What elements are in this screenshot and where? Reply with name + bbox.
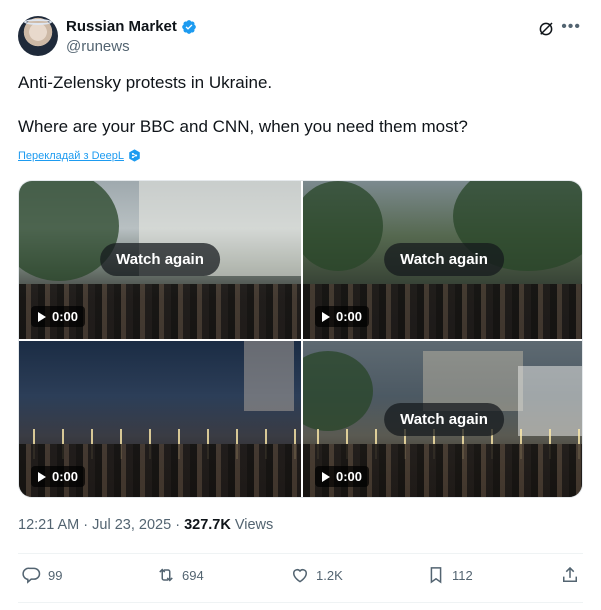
meta-separator: · — [79, 517, 93, 533]
views-count: 327.7K — [184, 517, 231, 533]
video-tile-3[interactable]: 0:00 — [19, 341, 301, 497]
divider — [18, 553, 583, 554]
watch-again-button[interactable]: Watch again — [100, 243, 220, 276]
tweet-date[interactable]: Jul 23, 2025 — [92, 517, 171, 533]
divider — [18, 602, 583, 603]
watch-again-button[interactable]: Watch again — [384, 403, 504, 436]
more-options-icon[interactable]: ••• — [561, 18, 581, 36]
avatar[interactable] — [18, 16, 58, 56]
tweet-text-line-1: Anti-Zelensky protests in Ukraine. — [18, 73, 273, 92]
repost-icon — [159, 568, 173, 582]
like-button[interactable]: 1.2K — [290, 565, 343, 585]
deepl-icon — [129, 149, 140, 162]
duration-label: 0:00 — [52, 309, 79, 324]
play-icon — [322, 471, 330, 482]
tweet-header: Russian Market @runews ••• — [18, 16, 583, 58]
reply-button[interactable]: 99 — [22, 565, 62, 585]
media-grid: Watch again 0:00 Watch again 0:00 0:00 W… — [18, 180, 583, 498]
like-count: 1.2K — [316, 567, 343, 583]
video-duration[interactable]: 0:00 — [315, 466, 370, 487]
bookmark-button[interactable]: 112 — [426, 565, 473, 585]
share-button[interactable] — [560, 565, 580, 585]
play-icon — [38, 471, 46, 482]
repost-count: 694 — [182, 567, 204, 583]
tweet-time[interactable]: 12:21 AM — [18, 517, 79, 533]
views-label: Views — [230, 517, 274, 533]
video-duration[interactable]: 0:00 — [31, 306, 86, 327]
tweet-text: Anti-Zelensky protests in Ukraine. Where… — [18, 72, 578, 138]
duration-label: 0:00 — [336, 309, 363, 324]
heart-icon — [293, 569, 307, 583]
video-tile-1[interactable]: Watch again 0:00 — [19, 181, 301, 339]
tweet-text-line-2: Where are your BBC and CNN, when you nee… — [18, 117, 468, 136]
watch-again-button[interactable]: Watch again — [384, 243, 504, 276]
share-icon — [563, 566, 577, 582]
video-duration[interactable]: 0:00 — [315, 306, 370, 327]
video-tile-2[interactable]: Watch again 0:00 — [303, 181, 582, 339]
avatar-halo — [24, 19, 52, 25]
author-handle[interactable]: @runews — [66, 38, 130, 55]
grok-icon[interactable] — [537, 20, 555, 38]
author-name-row: Russian Market — [66, 18, 197, 35]
action-bar: 99 694 1.2K 112 — [18, 565, 583, 591]
play-icon — [322, 311, 330, 322]
meta-separator: · — [171, 517, 185, 533]
reply-count: 99 — [48, 567, 63, 583]
bookmark-icon — [430, 567, 442, 584]
translate-link-label[interactable]: Перекладай з DeepL — [18, 150, 124, 162]
verified-badge-icon — [182, 19, 196, 34]
author-display-name[interactable]: Russian Market — [66, 18, 177, 35]
duration-label: 0:00 — [52, 469, 79, 484]
video-duration[interactable]: 0:00 — [31, 466, 86, 487]
reply-icon — [22, 567, 41, 584]
translate-link[interactable]: Перекладай з DeepL — [18, 149, 141, 162]
bookmark-count: 112 — [452, 567, 473, 583]
duration-label: 0:00 — [336, 469, 363, 484]
video-tile-4[interactable]: Watch again 0:00 — [303, 341, 582, 497]
repost-button[interactable]: 694 — [156, 565, 204, 585]
play-icon — [38, 311, 46, 322]
tweet-meta: 12:21 AM · Jul 23, 2025 · 327.7K Views — [18, 517, 273, 533]
